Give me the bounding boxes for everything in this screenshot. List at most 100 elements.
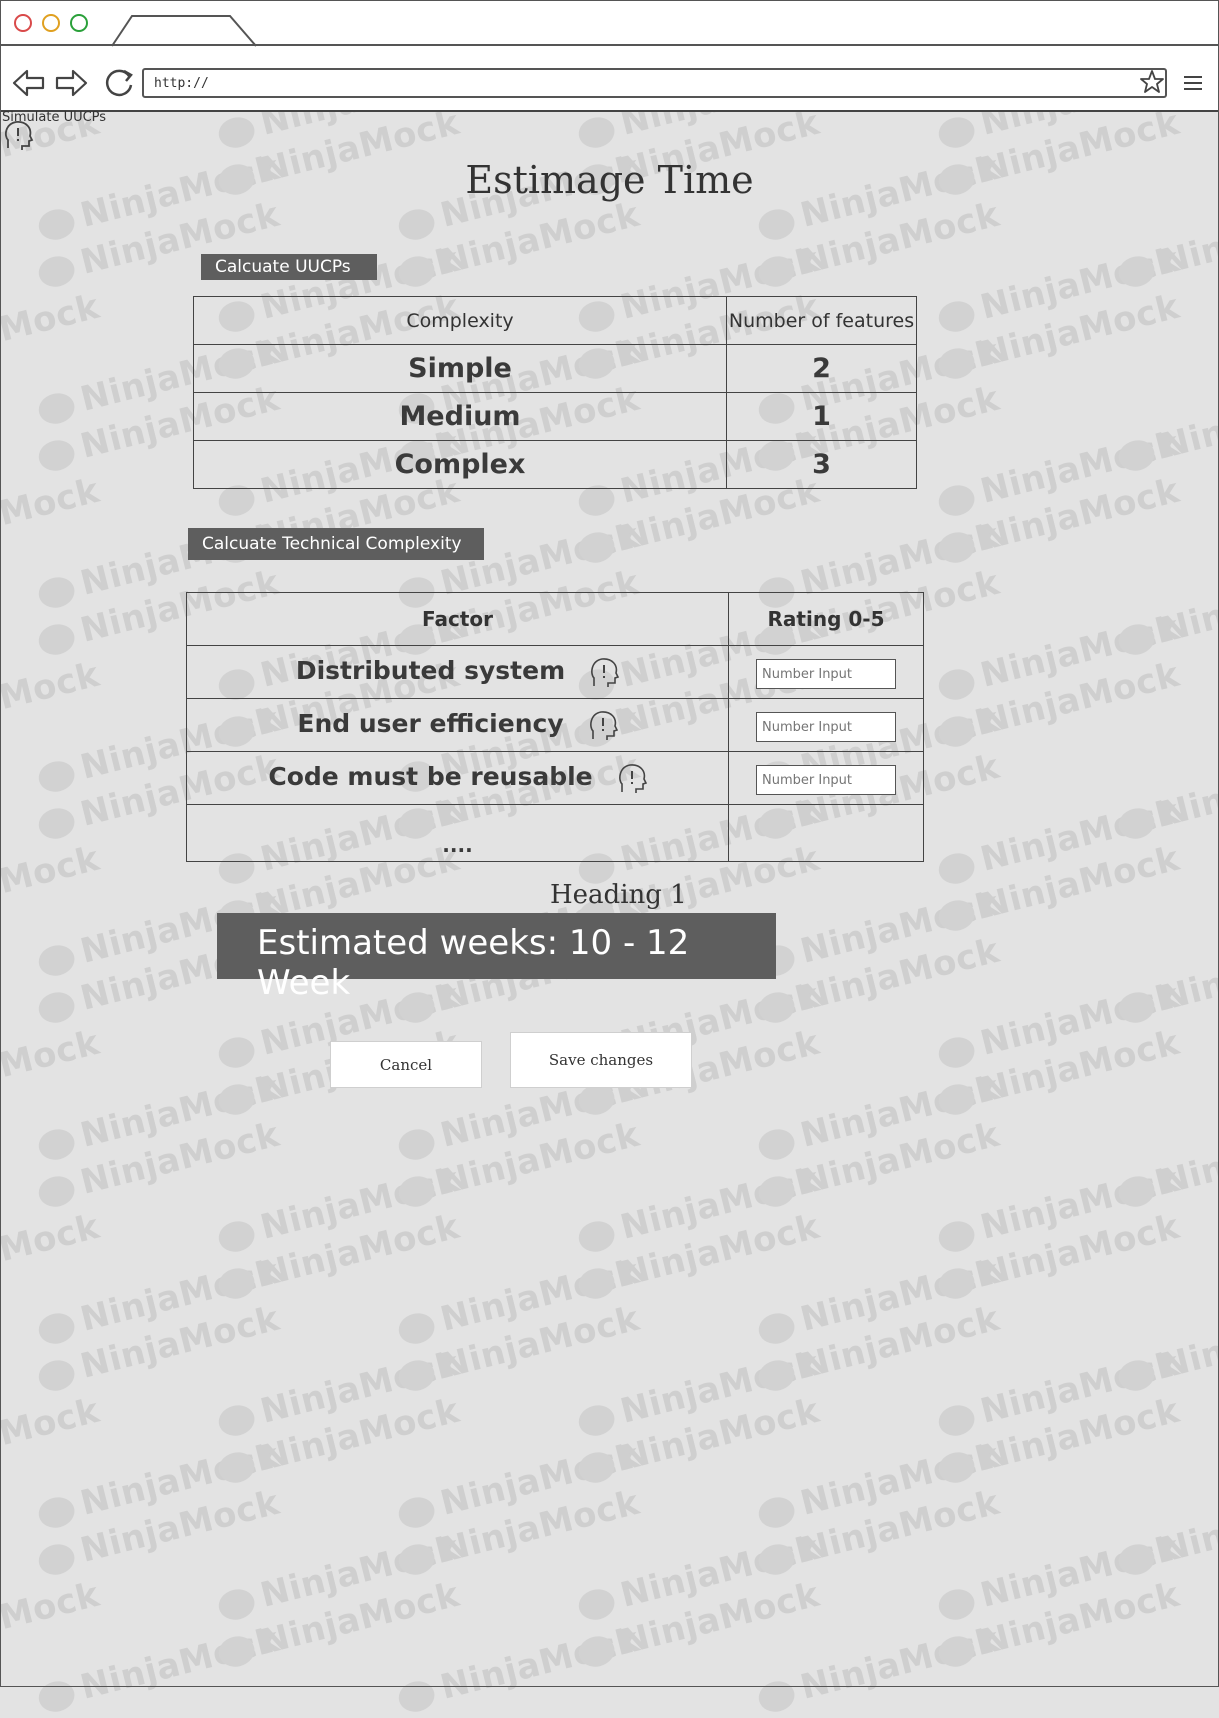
watermark-text: NinjaMock xyxy=(934,240,1184,339)
watermark-label: NinjaMock xyxy=(0,286,104,375)
watermark-label: NinjaMock xyxy=(796,515,1004,604)
watermark-label: NinjaMock xyxy=(256,1343,464,1432)
watermark-label: NinjaMock xyxy=(796,194,1004,283)
complexity-cell: Complex xyxy=(193,440,727,489)
ninja-logo-icon xyxy=(35,1493,78,1531)
minimize-window-dot[interactable] xyxy=(42,14,60,32)
watermark-text: NinjaMock xyxy=(1114,1115,1219,1214)
watermark-text: NinjaMock xyxy=(34,1252,284,1351)
menu-icon[interactable] xyxy=(1182,74,1204,92)
watermark-label: NinjaMock xyxy=(256,1390,464,1479)
factor-label: Code must be reusable xyxy=(268,762,593,791)
watermark-text: NinjaMock xyxy=(394,1115,644,1214)
rating-number-input[interactable] xyxy=(756,765,896,796)
ninja-logo-icon xyxy=(935,849,978,887)
watermark-text: NinjaMock xyxy=(934,424,1184,523)
uucp-table: Complexity Number of features Simple 2 M… xyxy=(193,296,917,489)
watermark-text: NinjaMock xyxy=(934,792,1184,891)
rating-number-input[interactable] xyxy=(756,659,896,690)
ninja-logo-icon xyxy=(755,1172,798,1210)
watermark-text: NinjaMock xyxy=(754,931,1004,1030)
features-count-cell[interactable]: 1 xyxy=(726,392,917,441)
ninja-logo-icon xyxy=(35,205,78,243)
watermark-text: NinjaMock xyxy=(0,1207,104,1306)
rating-header: Rating 0-5 xyxy=(728,592,924,646)
watermark-label: NinjaMock xyxy=(0,1390,104,1479)
watermark-label: NinjaMock xyxy=(796,1435,1004,1524)
ninja-logo-icon xyxy=(1115,988,1158,1026)
watermark-label: NinjaMock xyxy=(1156,1482,1219,1571)
watermark-text: NinjaMock xyxy=(934,1575,1184,1674)
ninja-logo-icon xyxy=(575,1448,618,1486)
rating-number-input[interactable] xyxy=(756,712,896,743)
ninja-logo-icon xyxy=(215,1080,258,1118)
forward-arrow-icon[interactable] xyxy=(54,68,88,98)
maximize-window-dot[interactable] xyxy=(70,14,88,32)
back-arrow-icon[interactable] xyxy=(12,68,46,98)
watermark-text: NinjaMock xyxy=(0,287,104,386)
ninja-logo-icon xyxy=(35,941,78,979)
help-head-icon[interactable] xyxy=(617,761,647,795)
ninja-logo-icon xyxy=(1115,1356,1158,1394)
ninja-logo-icon xyxy=(575,113,618,151)
watermark-text: NinjaMock xyxy=(754,1299,1004,1398)
watermark-label: NinjaMock xyxy=(976,1022,1184,1111)
cancel-button[interactable]: Cancel xyxy=(330,1041,482,1088)
ninja-logo-icon xyxy=(935,1033,978,1071)
watermark-text: NinjaMock xyxy=(574,1528,824,1627)
watermark-label: NinjaMock xyxy=(976,1343,1184,1432)
rating-cell xyxy=(728,645,924,699)
factor-cell: End user efficiency xyxy=(186,698,729,752)
watermark-text: NinjaMock xyxy=(214,1391,464,1490)
watermark-label: NinjaMock xyxy=(1156,930,1219,1019)
close-window-dot[interactable] xyxy=(14,14,32,32)
ninja-logo-icon xyxy=(395,1677,438,1715)
ninja-logo-icon xyxy=(35,1125,78,1163)
ninja-logo-icon xyxy=(935,113,978,151)
watermark-label: NinjaMock xyxy=(796,1482,1004,1571)
features-count-cell[interactable]: 2 xyxy=(726,344,917,393)
watermark-text: NinjaMock xyxy=(34,1620,284,1718)
watermark-label: NinjaMock xyxy=(616,1390,824,1479)
watermark-text: NinjaMock xyxy=(574,1160,824,1259)
ellipsis-cell: .... xyxy=(186,804,729,862)
watermark-label: NinjaMock xyxy=(1156,378,1219,467)
url-bar[interactable]: http:// xyxy=(142,68,1167,98)
help-head-icon[interactable] xyxy=(2,118,36,152)
watermark-text: NinjaMock xyxy=(394,1620,644,1718)
reload-icon[interactable] xyxy=(102,66,136,100)
watermark-label: NinjaMock xyxy=(796,1619,1004,1708)
ninja-logo-icon xyxy=(935,297,978,335)
save-changes-button[interactable]: Save changes xyxy=(510,1032,692,1088)
bookmark-star-icon[interactable] xyxy=(1139,69,1165,95)
ninja-logo-icon xyxy=(35,804,78,842)
rating-cell xyxy=(728,751,924,805)
watermark-text: NinjaMock xyxy=(0,655,104,754)
ninja-logo-icon xyxy=(935,1448,978,1486)
help-head-icon[interactable] xyxy=(589,655,620,689)
watermark-label: NinjaMock xyxy=(976,654,1184,743)
features-count-cell[interactable]: 3 xyxy=(726,440,917,489)
ninja-logo-icon xyxy=(215,1401,258,1439)
watermark-text: NinjaMock xyxy=(0,1575,104,1674)
ninja-logo-icon xyxy=(215,1585,258,1623)
ninja-logo-icon xyxy=(755,1356,798,1394)
ninja-logo-icon xyxy=(215,1033,258,1071)
calculate-uucps-button[interactable]: Calcuate UUCPs xyxy=(201,254,377,280)
watermark-text: NinjaMock xyxy=(1114,1483,1219,1582)
watermark-label: NinjaMock xyxy=(796,1298,1004,1387)
browser-tab[interactable] xyxy=(110,14,260,48)
ninja-logo-icon xyxy=(935,344,978,382)
ninja-logo-icon xyxy=(935,1632,978,1670)
ninja-logo-icon xyxy=(755,1540,798,1578)
watermark-label: NinjaMock xyxy=(436,194,644,283)
watermark-label: NinjaMock xyxy=(976,470,1184,559)
factor-cell: Distributed system xyxy=(186,645,729,699)
help-head-icon[interactable] xyxy=(588,708,618,742)
calculate-technical-complexity-button[interactable]: Calcuate Technical Complexity xyxy=(188,528,484,560)
watermark-label: NinjaMock xyxy=(76,1114,284,1203)
ninja-logo-icon xyxy=(935,1264,978,1302)
watermark-label: NinjaMock xyxy=(976,1527,1184,1616)
ninja-logo-icon xyxy=(215,113,258,151)
ninja-logo-icon xyxy=(395,1172,438,1210)
